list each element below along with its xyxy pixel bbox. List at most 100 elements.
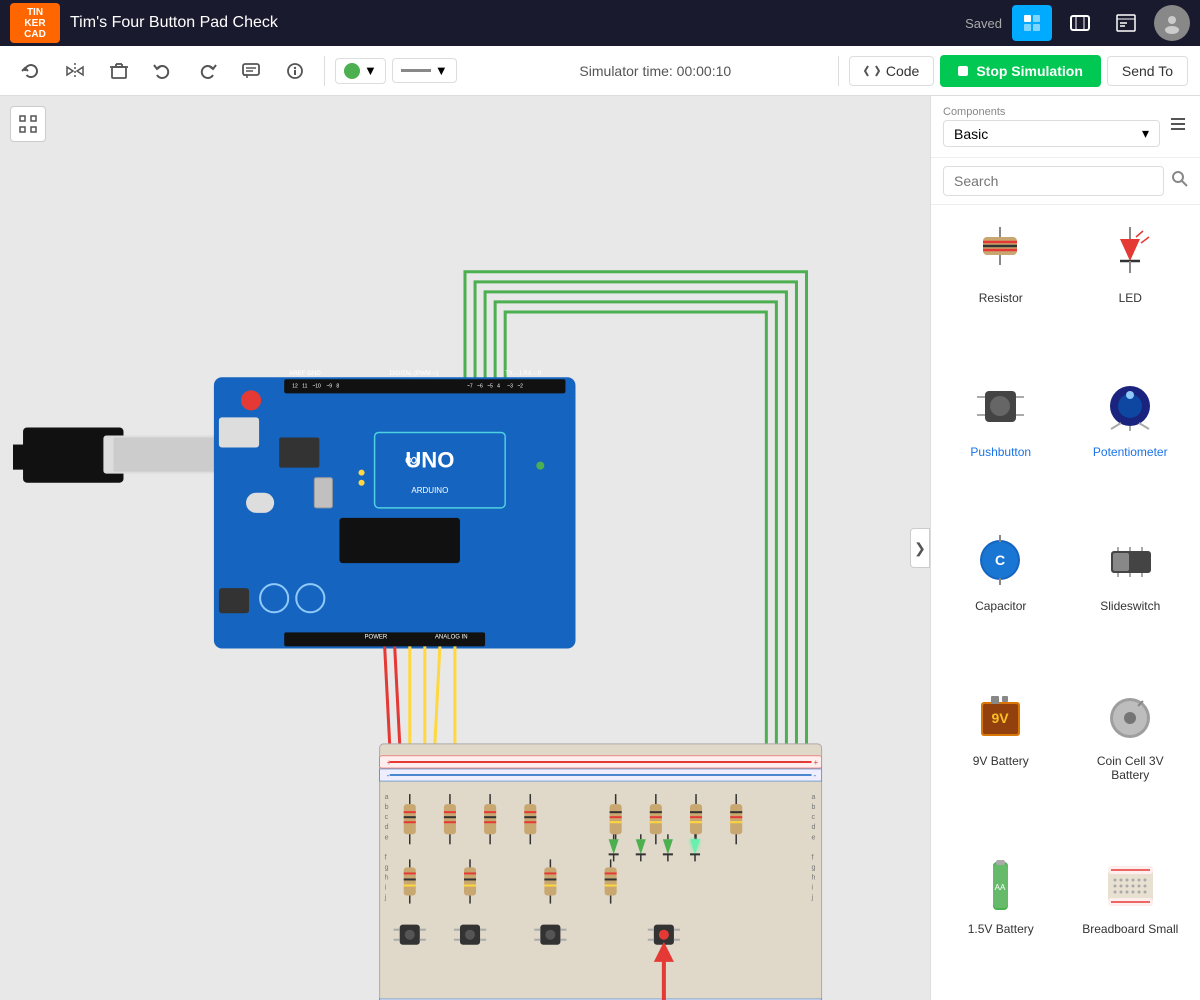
svg-text:-: - (814, 771, 817, 780)
component-coin-cell-battery[interactable]: Coin Cell 3V Battery (1071, 678, 1191, 836)
redo-btn[interactable] (188, 52, 226, 90)
svg-text:e: e (385, 834, 389, 841)
breadboard: + + + + - - - - a b c (380, 744, 822, 1000)
component-led[interactable]: LED (1071, 215, 1191, 359)
rotate-btn[interactable] (12, 52, 50, 90)
svg-text:c: c (385, 814, 389, 821)
svg-text:TX→1: TX→1 (505, 371, 523, 377)
svg-text:RX→0: RX→0 (523, 371, 541, 377)
svg-text:+: + (387, 758, 392, 767)
color-swatch-green (344, 63, 360, 79)
divider2 (838, 56, 839, 86)
svg-text:c: c (812, 814, 816, 821)
components-grid: Resistor LED (931, 205, 1200, 1000)
svg-text:a: a (812, 794, 816, 801)
svg-text:+: + (814, 758, 819, 767)
svg-text:GND: GND (307, 371, 321, 377)
list-view-button[interactable] (1168, 114, 1188, 139)
svg-text:∞: ∞ (405, 450, 418, 470)
user-avatar[interactable] (1154, 5, 1190, 41)
comment-btn[interactable] (232, 52, 270, 90)
svg-text:f: f (812, 854, 814, 861)
svg-text:ANALOG IN: ANALOG IN (435, 634, 468, 640)
wire-color-dropdown[interactable]: ▼ (335, 58, 386, 84)
canvas-area[interactable]: UNO ARDUINO ∞ AREF GND DIGITAL (PW (0, 96, 930, 1000)
svg-text:h: h (812, 874, 816, 881)
svg-text:a: a (385, 794, 389, 801)
svg-text:AA: AA (995, 883, 1006, 892)
search-icon[interactable] (1172, 171, 1188, 192)
svg-text:g: g (812, 864, 816, 871)
schematic-btn[interactable] (1062, 5, 1098, 41)
svg-text:9V: 9V (992, 710, 1010, 726)
send-to-button[interactable]: Send To (1107, 56, 1188, 86)
svg-text:d: d (385, 824, 389, 831)
line-preview (401, 69, 431, 72)
coin-cell-label: Coin Cell 3V Battery (1077, 754, 1185, 782)
svg-text:~10: ~10 (312, 383, 321, 389)
components-category-dropdown[interactable]: Basic ▾ (943, 120, 1160, 147)
project-title: Tim's Four Button Pad Check (70, 14, 955, 32)
search-bar (931, 158, 1200, 205)
fit-to-screen-button[interactable] (10, 106, 46, 142)
svg-text:~5: ~5 (487, 383, 493, 389)
svg-text:f: f (385, 854, 387, 861)
divider1 (324, 56, 325, 86)
collapse-panel-button[interactable]: ❯ (910, 528, 930, 568)
delete-btn[interactable] (100, 52, 138, 90)
component-9v-battery[interactable]: 9V 9V Battery (941, 678, 1061, 836)
svg-text:4: 4 (497, 383, 500, 389)
component-potentiometer[interactable]: Potentiometer (1071, 369, 1191, 513)
svg-text:g: g (385, 864, 389, 871)
svg-text:C: C (995, 552, 1005, 568)
right-panel: Components Basic ▾ (930, 96, 1200, 1000)
svg-text:AREF: AREF (289, 371, 305, 377)
component-pushbutton[interactable]: Pushbutton (941, 369, 1061, 513)
svg-text:11: 11 (302, 383, 307, 389)
svg-text:~7: ~7 (467, 383, 473, 389)
potentiometer-label: Potentiometer (1093, 445, 1168, 459)
undo-btn[interactable] (144, 52, 182, 90)
svg-text:~6: ~6 (477, 383, 483, 389)
tab-circuit[interactable] (1012, 5, 1052, 41)
slideswitch-label: Slideswitch (1100, 599, 1160, 613)
stop-icon (958, 66, 968, 76)
svg-text:b: b (812, 804, 816, 811)
circuit-diagram: UNO ARDUINO ∞ AREF GND DIGITAL (PW (0, 96, 930, 1000)
svg-text:d: d (812, 824, 816, 831)
component-slideswitch[interactable]: Slideswitch (1071, 523, 1191, 667)
svg-text:~2: ~2 (517, 383, 523, 389)
search-input[interactable] (943, 166, 1164, 196)
svg-text:b: b (385, 804, 389, 811)
breadboard-small-label: Breadboard Small (1082, 922, 1178, 936)
component-resistor[interactable]: Resistor (941, 215, 1061, 359)
svg-text:8: 8 (336, 383, 339, 389)
svg-text:~3: ~3 (507, 383, 513, 389)
9v-battery-label: 9V Battery (973, 754, 1029, 768)
component-capacitor[interactable]: C Capacitor (941, 523, 1061, 667)
component-1-5v-battery[interactable]: AA 1.5V Battery (941, 846, 1061, 990)
svg-text:h: h (385, 874, 389, 881)
sim-time: Simulator time: 00:00:10 (483, 63, 828, 79)
resistor-label: Resistor (979, 291, 1023, 305)
svg-text:POWER: POWER (365, 634, 388, 640)
svg-text:e: e (812, 834, 816, 841)
code-button[interactable]: Code (849, 56, 934, 86)
toolbar: ▼ ▼ Simulator time: 00:00:10 Code Stop S… (0, 46, 1200, 96)
component-breadboard-small[interactable]: Breadboard Small (1071, 846, 1191, 990)
inspect-btn[interactable] (276, 52, 314, 90)
top-bar: TINKERCAD Tim's Four Button Pad Check Sa… (0, 0, 1200, 46)
stop-simulation-button[interactable]: Stop Simulation (940, 55, 1101, 87)
capacitor-label: Capacitor (975, 599, 1026, 613)
codeblocks-btn[interactable] (1108, 5, 1144, 41)
svg-text:j: j (811, 895, 814, 902)
saved-status: Saved (965, 16, 1002, 31)
svg-text:ARDUINO: ARDUINO (411, 486, 448, 495)
mirror-btn[interactable] (56, 52, 94, 90)
logo: TINKERCAD (10, 3, 60, 43)
pushbutton-label: Pushbutton (970, 445, 1031, 459)
1-5v-battery-label: 1.5V Battery (968, 922, 1034, 936)
line-style-dropdown[interactable]: ▼ (392, 58, 457, 83)
main-area: UNO ARDUINO ∞ AREF GND DIGITAL (PW (0, 96, 1200, 1000)
svg-text:DIGITAL (PWM ~): DIGITAL (PWM ~) (390, 371, 438, 377)
